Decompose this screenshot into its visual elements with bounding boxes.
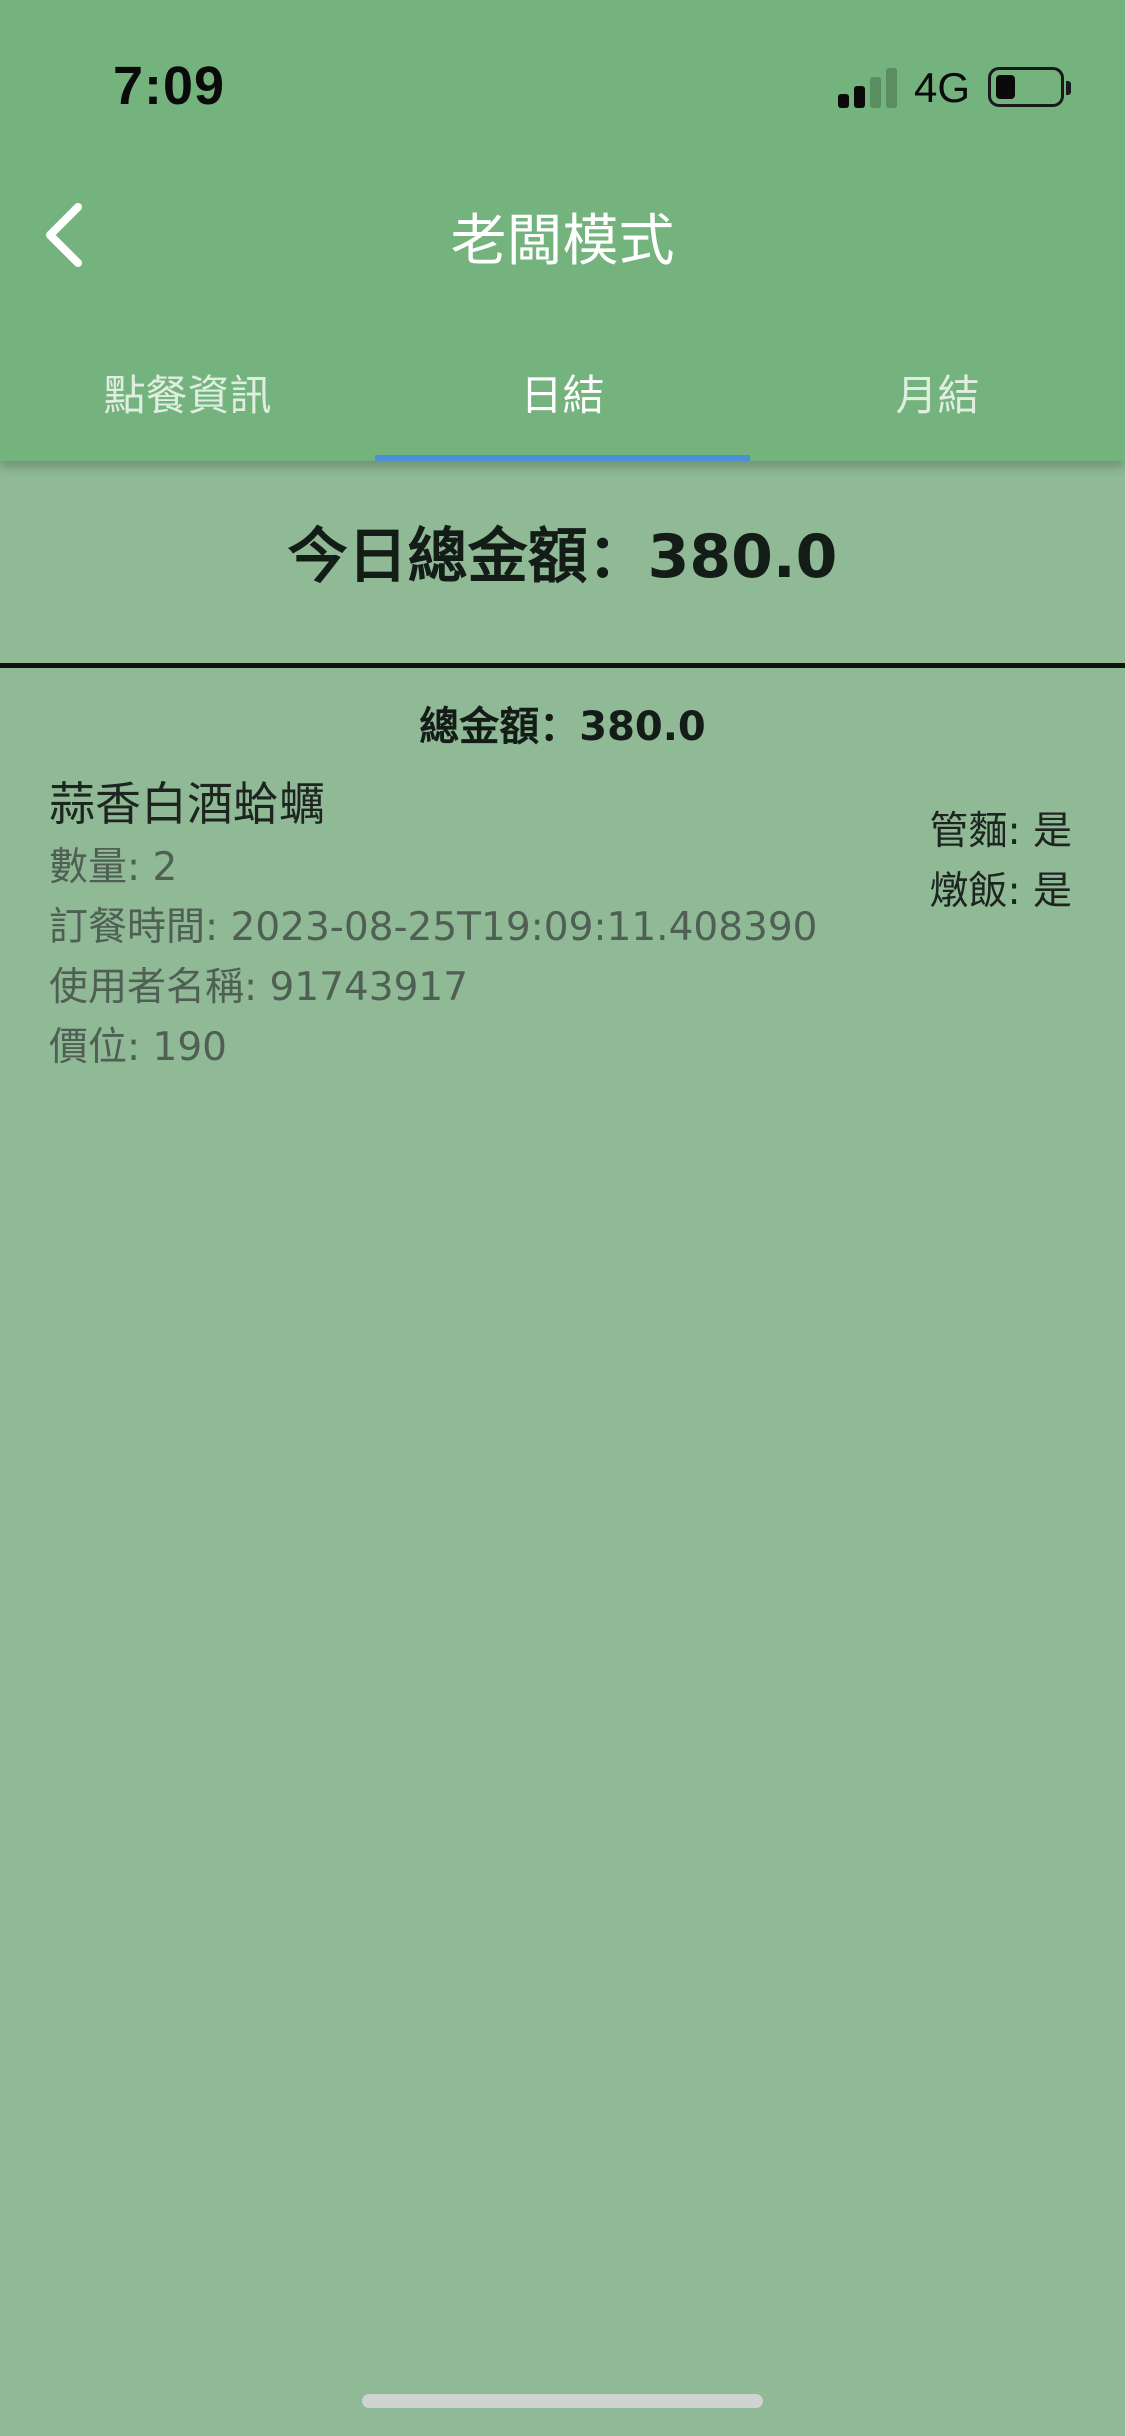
page-title: 老闆模式 xyxy=(450,209,675,274)
tab-bar: 點餐資訊 日結 月結 xyxy=(0,340,1125,461)
item-price: 價位: 190 xyxy=(49,1025,227,1070)
item-option-noodle: 管麵: 是 xyxy=(929,809,1072,854)
tab-label: 月結 xyxy=(895,371,980,420)
app-bar: 7:09 4G 老闆模式 點餐資訊 日結 月結 xyxy=(0,0,1125,461)
tab-order-info[interactable]: 點餐資訊 xyxy=(0,340,375,461)
item-username: 使用者名稱: 91743917 xyxy=(49,965,469,1010)
section-divider xyxy=(0,663,1125,668)
tab-monthly-settlement[interactable]: 月結 xyxy=(750,340,1125,461)
home-indicator[interactable] xyxy=(362,2394,763,2408)
active-tab-indicator xyxy=(375,455,750,461)
item-option-rice: 燉飯: 是 xyxy=(929,869,1072,914)
battery-level xyxy=(996,75,1015,99)
status-time: 7:09 xyxy=(113,56,226,116)
order-list-item[interactable]: 蒜香白酒蛤蠣 數量: 2 訂餐時間: 2023-08-25T19:09:11.4… xyxy=(49,760,1079,1070)
group-total-amount: 總金額：380.0 xyxy=(419,704,706,750)
tab-label: 日結 xyxy=(520,371,605,420)
item-order-time: 訂餐時間: 2023-08-25T19:09:11.408390 xyxy=(49,905,818,950)
item-quantity: 數量: 2 xyxy=(49,845,178,890)
battery-cap xyxy=(1066,81,1071,95)
battery-icon xyxy=(988,67,1064,107)
today-total-amount: 今日總金額：380.0 xyxy=(287,522,838,592)
tab-daily-settlement[interactable]: 日結 xyxy=(375,340,750,461)
cellular-signal-icon xyxy=(838,66,900,108)
item-name: 蒜香白酒蛤蠣 xyxy=(49,777,325,831)
network-type: 4G xyxy=(914,64,971,111)
tab-label: 點餐資訊 xyxy=(103,371,272,420)
